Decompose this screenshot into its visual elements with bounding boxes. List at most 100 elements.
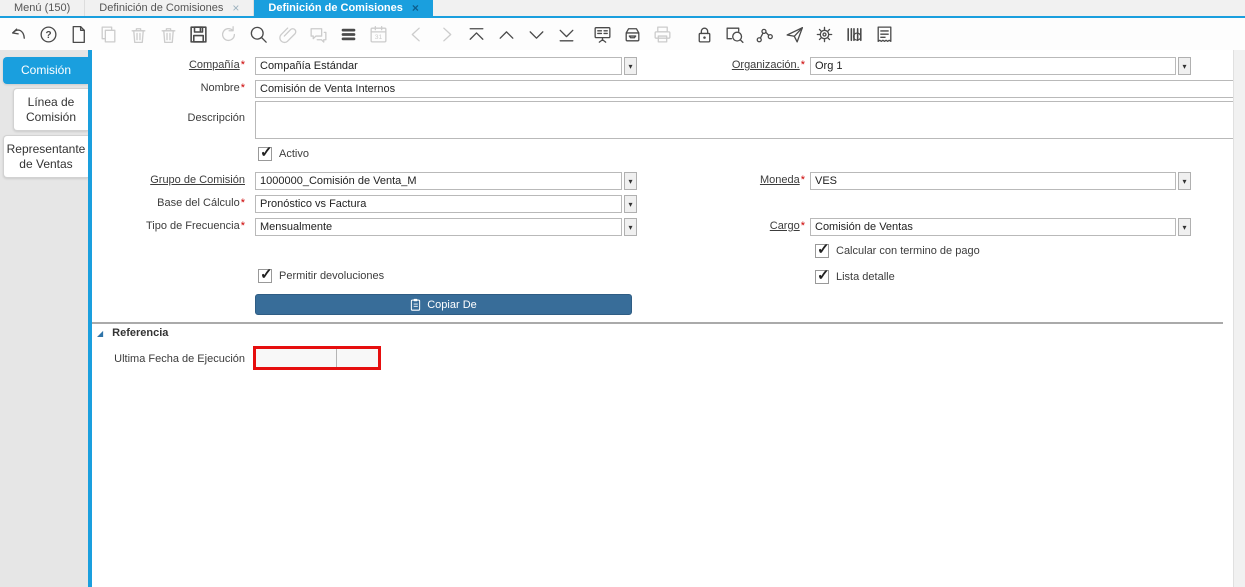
tipo-frecuencia-combo: ▾ xyxy=(255,218,637,236)
grid-toggle-icon[interactable] xyxy=(337,23,359,45)
svg-text:?: ? xyxy=(45,30,51,41)
process-icon[interactable] xyxy=(813,23,835,45)
compania-label[interactable]: Compañía* xyxy=(92,57,245,73)
copiar-de-label: Copiar De xyxy=(427,299,477,311)
grupo-comision-input[interactable] xyxy=(255,172,622,190)
dropdown-arrow-icon[interactable]: ▾ xyxy=(1178,172,1191,190)
chat-icon[interactable] xyxy=(307,23,329,45)
activo-label: Activo xyxy=(279,148,309,160)
tipo-frecuencia-input[interactable] xyxy=(255,218,622,236)
copy-record-icon[interactable] xyxy=(97,23,119,45)
sidebar-tab-representante-de-ventas[interactable]: Representante de Ventas xyxy=(3,135,88,178)
organizacion-input[interactable] xyxy=(810,57,1176,75)
moneda-label[interactable]: Moneda* xyxy=(652,172,805,188)
sidebar-tab-comision[interactable]: Comisión xyxy=(3,57,88,84)
find-icon[interactable] xyxy=(247,23,269,45)
date-picker-button[interactable] xyxy=(337,349,378,367)
tab-menu[interactable]: Menú (150) xyxy=(0,0,85,16)
grupo-comision-combo: ▾ xyxy=(255,172,637,190)
checkmark-icon: ✓ xyxy=(817,240,830,258)
group-divider xyxy=(92,322,1223,324)
checkmark-icon: ✓ xyxy=(260,265,273,283)
organizacion-combo: ▾ xyxy=(810,57,1191,75)
sidebar-tab-label: Línea de Comisión xyxy=(14,95,88,125)
dropdown-arrow-icon[interactable]: ▾ xyxy=(624,218,637,236)
cargo-label[interactable]: Cargo* xyxy=(652,218,805,234)
nombre-input[interactable] xyxy=(255,80,1245,98)
product-info-icon[interactable] xyxy=(843,23,865,45)
zoom-across-icon[interactable] xyxy=(723,23,745,45)
lista-detalle-checkbox[interactable]: ✓ xyxy=(815,270,829,284)
toolbar: ? 31 xyxy=(0,18,1245,50)
dropdown-arrow-icon[interactable]: ▾ xyxy=(624,172,637,190)
collapse-triangle-icon[interactable]: ◢ xyxy=(97,329,103,338)
refresh-icon[interactable] xyxy=(217,23,239,45)
calcular-termino-pago-label: Calcular con termino de pago xyxy=(836,245,980,257)
svg-text:31: 31 xyxy=(374,34,382,41)
dropdown-arrow-icon[interactable]: ▾ xyxy=(624,57,637,75)
copy-icon xyxy=(410,298,421,311)
activo-checkbox[interactable]: ✓ xyxy=(258,147,272,161)
dropdown-arrow-icon[interactable]: ▾ xyxy=(1178,57,1191,75)
base-calculo-label: Base del Cálculo* xyxy=(92,195,245,211)
moneda-input[interactable] xyxy=(810,172,1176,190)
sidebar-tab-label: Representante de Ventas xyxy=(4,142,88,172)
descripcion-textarea[interactable] xyxy=(255,101,1245,139)
vertical-scrollbar[interactable] xyxy=(1233,50,1245,587)
save-icon[interactable] xyxy=(187,23,209,45)
base-calculo-input[interactable] xyxy=(255,195,622,213)
calcular-termino-pago-checkbox[interactable]: ✓ xyxy=(815,244,829,258)
dropdown-arrow-icon[interactable]: ▾ xyxy=(624,195,637,213)
referencia-group-title: Referencia xyxy=(112,327,168,339)
delete-record-icon[interactable] xyxy=(127,23,149,45)
delete-selection-icon[interactable] xyxy=(157,23,179,45)
detail-record-icon[interactable] xyxy=(435,23,457,45)
referencia-group-header[interactable]: ◢ Referencia xyxy=(97,327,168,339)
tab-close-icon[interactable]: × xyxy=(232,3,239,13)
parent-record-icon[interactable] xyxy=(405,23,427,45)
report-icon[interactable] xyxy=(591,23,613,45)
organizacion-label[interactable]: Organización.* xyxy=(652,57,805,73)
commission-form: Compañía* ▾ Organización.* ▾ Nombre* Des… xyxy=(92,50,1233,587)
lock-icon[interactable] xyxy=(693,23,715,45)
report-preview-icon[interactable] xyxy=(873,23,895,45)
first-record-icon[interactable] xyxy=(465,23,487,45)
calcular-termino-pago-row: ✓ Calcular con termino de pago xyxy=(815,244,980,258)
record-tab-sidebar: Comisión Línea de Comisión Representante… xyxy=(0,50,88,587)
undo-icon[interactable] xyxy=(7,23,29,45)
ultima-fecha-ejecucion-input[interactable] xyxy=(256,349,337,367)
tab-definicion-comisiones-2[interactable]: Definición de Comisiones × xyxy=(254,0,432,16)
base-calculo-combo: ▾ xyxy=(255,195,637,213)
descripcion-label: Descripción xyxy=(92,110,245,126)
help-icon[interactable]: ? xyxy=(37,23,59,45)
ultima-fecha-ejecucion-highlight xyxy=(253,346,381,370)
tab-close-icon[interactable]: × xyxy=(412,3,419,13)
workflow-icon[interactable] xyxy=(753,23,775,45)
previous-record-icon[interactable] xyxy=(495,23,517,45)
grupo-comision-label[interactable]: Grupo de Comisión xyxy=(92,172,245,188)
last-record-icon[interactable] xyxy=(555,23,577,45)
archive-icon[interactable] xyxy=(621,23,643,45)
cargo-input[interactable] xyxy=(810,218,1176,236)
dropdown-arrow-icon[interactable]: ▾ xyxy=(1178,218,1191,236)
tab-label: Definición de Comisiones xyxy=(99,2,223,14)
tab-definicion-comisiones-1[interactable]: Definición de Comisiones × xyxy=(85,0,254,16)
lista-detalle-label: Lista detalle xyxy=(836,271,895,283)
compania-input[interactable] xyxy=(255,57,622,75)
request-icon[interactable] xyxy=(783,23,805,45)
tab-label: Definición de Comisiones xyxy=(268,2,402,14)
ultima-fecha-ejecucion-label: Ultima Fecha de Ejecución xyxy=(92,351,245,367)
permitir-devoluciones-checkbox[interactable]: ✓ xyxy=(258,269,272,283)
cargo-combo: ▾ xyxy=(810,218,1191,236)
copiar-de-button[interactable]: Copiar De xyxy=(255,294,632,315)
checkmark-icon: ✓ xyxy=(260,143,273,161)
permitir-devoluciones-row: ✓ Permitir devoluciones xyxy=(258,269,384,283)
calendar-icon[interactable]: 31 xyxy=(367,23,389,45)
sidebar-tab-linea-de-comision[interactable]: Línea de Comisión xyxy=(13,88,88,131)
next-record-icon[interactable] xyxy=(525,23,547,45)
print-icon[interactable] xyxy=(651,23,673,45)
window-tab-bar: Menú (150) Definición de Comisiones × De… xyxy=(0,0,1245,18)
new-record-icon[interactable] xyxy=(67,23,89,45)
attachment-icon[interactable] xyxy=(277,23,299,45)
nombre-label: Nombre* xyxy=(92,80,245,96)
